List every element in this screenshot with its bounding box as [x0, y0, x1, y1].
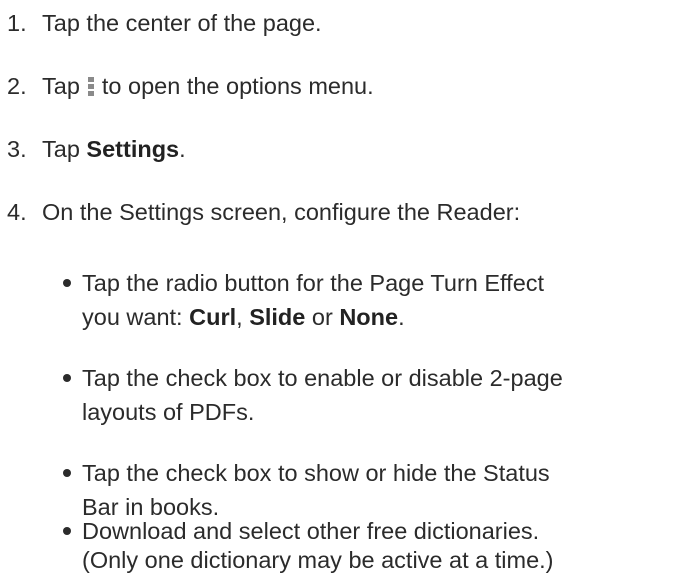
step-text: Tap Settings. — [42, 134, 186, 164]
bullet-dot — [63, 527, 71, 535]
step-text-before: Tap — [42, 73, 80, 99]
step-number: 4. — [7, 199, 27, 225]
step-number: 2. — [7, 73, 27, 99]
curl-option: Curl — [189, 304, 237, 330]
bullet-line-1: Tap the check box to enable or disable 2… — [82, 365, 563, 391]
separator: or — [305, 304, 340, 330]
options-menu-icon — [87, 77, 94, 97]
step-text-before: Tap — [42, 136, 87, 162]
bullet-line-1: Tap the radio button for the Page Turn E… — [82, 270, 545, 296]
bullet-line-1: Tap the check box to show or hide the St… — [82, 460, 550, 486]
step-text: On the Settings screen, configure the Re… — [42, 199, 521, 225]
bullet-text: you want: — [82, 304, 190, 330]
step-number: 1. — [7, 10, 27, 36]
bullet-line-2: you want: Curl, Slide or None. — [82, 302, 405, 332]
settings-label: Settings — [86, 136, 180, 162]
step-number: 3. — [7, 136, 27, 162]
step-text-after: to open the options menu. — [101, 73, 374, 99]
step-text: Tap the center of the page. — [42, 10, 322, 36]
bullet-dot — [63, 374, 71, 382]
bullet-line-2: (Only one dictionary may be active at a … — [82, 547, 554, 573]
step-text-after: . — [179, 136, 186, 162]
bullet-text-end: . — [398, 304, 405, 330]
step-text: Tap to open the options menu. — [42, 71, 374, 101]
bullet-line-1: Download and select other free dictionar… — [82, 518, 540, 544]
separator: , — [236, 304, 250, 330]
slide-option: Slide — [249, 304, 306, 330]
bullet-line-2: layouts of PDFs. — [82, 399, 255, 425]
bullet-dot — [63, 279, 71, 287]
bullet-dot — [63, 469, 71, 477]
none-option: None — [339, 304, 399, 330]
